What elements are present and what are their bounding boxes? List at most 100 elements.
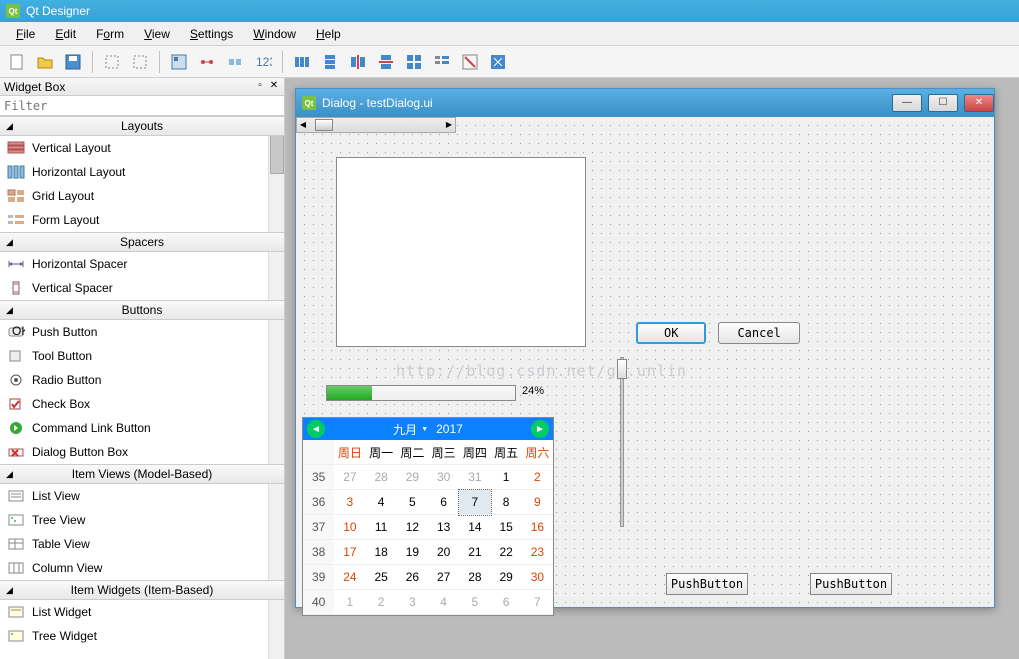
- tool-layout-hsplit[interactable]: [345, 49, 371, 75]
- calendar-cell[interactable]: 19: [397, 540, 428, 565]
- calendar-cell[interactable]: 周二: [397, 440, 428, 465]
- tool-layout-vsplit[interactable]: [373, 49, 399, 75]
- group-header[interactable]: ◢Layouts: [0, 116, 284, 136]
- widget-item[interactable]: OKPush Button: [0, 320, 284, 344]
- tool-layout-form[interactable]: [429, 49, 455, 75]
- calendar-cell[interactable]: 13: [428, 515, 459, 540]
- calendar-cell[interactable]: 24: [334, 565, 365, 590]
- calendar-cell[interactable]: 15: [491, 515, 522, 540]
- calendar-cell[interactable]: 12: [397, 515, 428, 540]
- tool-break-layout[interactable]: [457, 49, 483, 75]
- widget-item[interactable]: Command Link Button: [0, 416, 284, 440]
- calendar-cell[interactable]: 30: [522, 565, 553, 590]
- calendar-cell[interactable]: 周一: [366, 440, 397, 465]
- calendar-cell[interactable]: 1: [491, 465, 522, 490]
- tool-tab-order[interactable]: 123: [250, 49, 276, 75]
- calendar-next-button[interactable]: ►: [531, 420, 549, 438]
- widget-item[interactable]: List View: [0, 484, 284, 508]
- widget-item[interactable]: Radio Button: [0, 368, 284, 392]
- menu-view[interactable]: View: [134, 24, 180, 44]
- calendar-widget[interactable]: ◄ 九月 ▼ 2017 ► 周日周一周二周三周四周五周六352728293031…: [302, 417, 554, 616]
- widget-item[interactable]: Check Box: [0, 392, 284, 416]
- calendar-cell[interactable]: 39: [303, 565, 334, 590]
- form-window[interactable]: Qt Dialog - testDialog.ui — ☐ ✕ http://b…: [295, 88, 995, 608]
- text-edit-widget[interactable]: [336, 157, 586, 347]
- widget-item[interactable]: Column View: [0, 556, 284, 580]
- cancel-button[interactable]: Cancel: [718, 322, 799, 344]
- scroll-thumb[interactable]: [270, 134, 284, 174]
- tool-undo[interactable]: [99, 49, 125, 75]
- push-button-1[interactable]: PushButton: [666, 573, 748, 595]
- calendar-cell[interactable]: 29: [397, 465, 428, 490]
- calendar-cell[interactable]: 周六: [522, 440, 553, 465]
- widget-item[interactable]: Vertical Layout: [0, 136, 284, 160]
- widget-item[interactable]: Tree View: [0, 508, 284, 532]
- scroll-left-icon[interactable]: ◀: [297, 118, 309, 132]
- calendar-cell[interactable]: 27: [428, 565, 459, 590]
- group-header[interactable]: ◢Spacers: [0, 232, 284, 252]
- calendar-cell[interactable]: 28: [459, 565, 490, 590]
- widget-item[interactable]: Horizontal Layout: [0, 160, 284, 184]
- tool-new[interactable]: [4, 49, 30, 75]
- calendar-cell[interactable]: 37: [303, 515, 334, 540]
- minimize-button[interactable]: —: [892, 94, 922, 112]
- calendar-cell[interactable]: 3: [334, 490, 365, 515]
- calendar-cell[interactable]: 25: [366, 565, 397, 590]
- calendar-cell[interactable]: 7: [522, 590, 553, 615]
- calendar-cell[interactable]: 38: [303, 540, 334, 565]
- calendar-cell[interactable]: 36: [303, 490, 334, 515]
- calendar-cell[interactable]: 2: [522, 465, 553, 490]
- horizontal-scrollbar[interactable]: ◀ ▶: [296, 117, 456, 133]
- scroll-right-icon[interactable]: ▶: [443, 118, 455, 132]
- calendar-cell[interactable]: 20: [428, 540, 459, 565]
- close-button[interactable]: ✕: [964, 94, 994, 112]
- calendar-prev-button[interactable]: ◄: [307, 420, 325, 438]
- widget-list[interactable]: ▲ ◢LayoutsVertical LayoutHorizontal Layo…: [0, 116, 284, 659]
- widget-item[interactable]: Tool Button: [0, 344, 284, 368]
- calendar-cell[interactable]: 1: [334, 590, 365, 615]
- widget-item[interactable]: Horizontal Spacer: [0, 252, 284, 276]
- menu-settings[interactable]: Settings: [180, 24, 243, 44]
- calendar-cell[interactable]: 10: [334, 515, 365, 540]
- tool-save[interactable]: [60, 49, 86, 75]
- calendar-cell[interactable]: 18: [366, 540, 397, 565]
- form-body[interactable]: http://blog.csdn.net/gu.unlin ◀ ▶ OK Can…: [296, 117, 994, 607]
- progress-bar[interactable]: [326, 385, 516, 401]
- calendar-cell[interactable]: 35: [303, 465, 334, 490]
- calendar-cell[interactable]: 4: [428, 590, 459, 615]
- tool-layout-grid[interactable]: [401, 49, 427, 75]
- tool-edit-widgets[interactable]: [166, 49, 192, 75]
- widget-item[interactable]: Dialog Button Box: [0, 440, 284, 464]
- calendar-cell[interactable]: 6: [491, 590, 522, 615]
- tool-layout-v[interactable]: [317, 49, 343, 75]
- dock-float-button[interactable]: ▫: [254, 81, 266, 93]
- menu-form[interactable]: Form: [86, 24, 134, 44]
- calendar-cell[interactable]: 周四: [459, 440, 490, 465]
- calendar-cell[interactable]: 8: [491, 490, 522, 515]
- form-titlebar[interactable]: Qt Dialog - testDialog.ui — ☐ ✕: [296, 89, 994, 117]
- calendar-cell[interactable]: 11: [366, 515, 397, 540]
- calendar-cell[interactable]: 4: [366, 490, 397, 515]
- tool-adjust-size[interactable]: [485, 49, 511, 75]
- calendar-cell[interactable]: 16: [522, 515, 553, 540]
- calendar-cell[interactable]: 9: [522, 490, 553, 515]
- widget-item[interactable]: Form Layout: [0, 208, 284, 232]
- calendar-cell[interactable]: 3: [397, 590, 428, 615]
- calendar-cell[interactable]: 26: [397, 565, 428, 590]
- widgetbox-scrollbar[interactable]: ▲: [268, 116, 284, 659]
- filter-input[interactable]: [0, 96, 284, 116]
- menu-file[interactable]: File: [6, 24, 45, 44]
- tool-redo[interactable]: [127, 49, 153, 75]
- calendar-cell[interactable]: 21: [459, 540, 490, 565]
- calendar-cell[interactable]: 40: [303, 590, 334, 615]
- calendar-cell[interactable]: 6: [428, 490, 459, 515]
- calendar-cell[interactable]: [303, 440, 334, 465]
- widget-item[interactable]: Table View: [0, 532, 284, 556]
- calendar-cell[interactable]: 2: [366, 590, 397, 615]
- tool-signals[interactable]: [194, 49, 220, 75]
- calendar-cell[interactable]: 周三: [428, 440, 459, 465]
- widget-item[interactable]: Vertical Spacer: [0, 276, 284, 300]
- menu-edit[interactable]: Edit: [45, 24, 86, 44]
- calendar-cell[interactable]: 29: [491, 565, 522, 590]
- widget-item[interactable]: Grid Layout: [0, 184, 284, 208]
